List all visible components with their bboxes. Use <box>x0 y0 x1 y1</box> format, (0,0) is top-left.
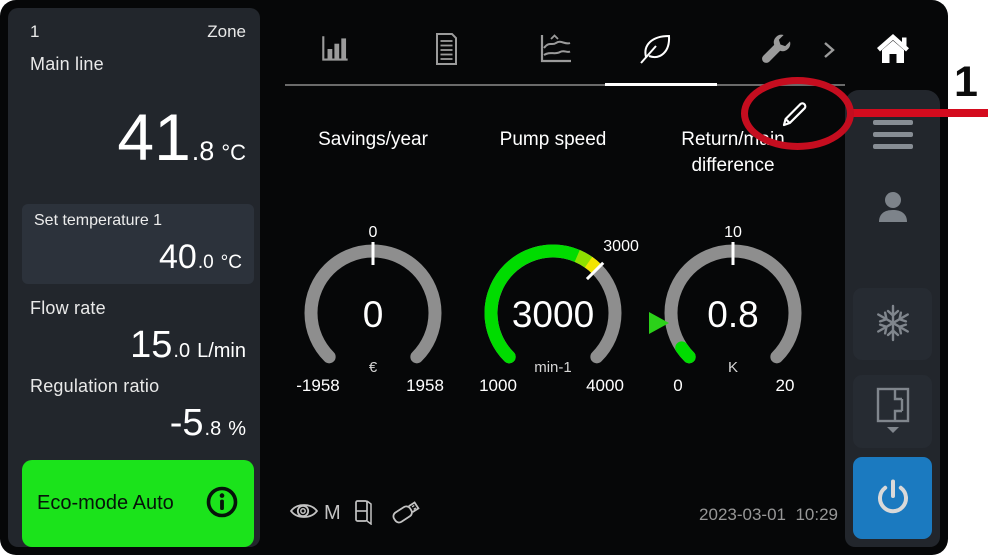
gauge-title-pump-speed: Pump speed <box>468 127 638 153</box>
tab-statistics[interactable] <box>314 28 358 72</box>
gauge-title-return-diff: Return/main difference <box>648 127 818 178</box>
regulation-ratio-unit: % <box>228 418 246 441</box>
user-icon <box>871 185 915 232</box>
sidebar-power-button[interactable] <box>853 457 932 539</box>
frost-protection-icon <box>872 302 914 347</box>
flow-rate-value: 15.0 L/min <box>130 324 246 367</box>
mode-letter: M <box>324 502 341 525</box>
flow-rate-label: Flow rate <box>30 298 106 319</box>
bar-chart-icon <box>318 31 354 70</box>
set-temperature-card[interactable]: Set temperature 1 40.0 °C <box>22 204 254 284</box>
sidebar-menu-button[interactable] <box>853 112 932 156</box>
main-line-value-dec: .8 <box>192 136 215 167</box>
gauge-pump-speed: 3000 3000 min-1 1000 4000 <box>468 228 638 403</box>
annotation-label: 1 <box>944 58 988 107</box>
flow-rate-unit: L/min <box>197 340 246 363</box>
tabs-more-button[interactable] <box>816 38 842 64</box>
main-line-label: Main line <box>30 54 104 75</box>
gauge-savings: 00€-19581958 <box>288 228 458 403</box>
datetime: 2023-03-01 10:29 <box>640 505 838 525</box>
regulation-ratio-value: -5.8% <box>170 402 246 445</box>
tab-trends[interactable] <box>534 28 578 72</box>
flow-rate-value-int: 15 <box>130 324 172 367</box>
tab-eco[interactable] <box>634 28 678 72</box>
tab-report[interactable] <box>424 28 468 72</box>
tab-settings[interactable] <box>754 28 798 72</box>
home-icon <box>872 29 914 70</box>
eco-mode-button[interactable]: Eco-mode Auto <box>22 460 254 547</box>
active-tab-indicator <box>605 83 717 86</box>
power-icon <box>872 476 914 521</box>
svg-text:20: 20 <box>776 376 795 395</box>
main-line-value-int: 41 <box>117 104 190 170</box>
regulation-ratio-value-int: -5 <box>170 402 204 445</box>
zones-icon <box>871 384 915 439</box>
regulation-ratio-label: Regulation ratio <box>30 376 159 397</box>
set-temperature-unit: °C <box>221 252 242 274</box>
svg-text:-1958: -1958 <box>296 376 339 395</box>
sidebar-user-button[interactable] <box>853 182 932 234</box>
gauge-title-savings: Savings/year <box>288 127 458 153</box>
eye-monitor-icon <box>288 499 320 528</box>
screenshot-stage: 1 Zone Main line 41.8°C Set temperature … <box>0 0 988 555</box>
tab-underline <box>285 84 868 86</box>
trend-icon <box>537 31 575 70</box>
sidebar-zones-button[interactable] <box>853 375 932 448</box>
sidebar-home-button[interactable] <box>845 8 940 90</box>
svg-text:1000: 1000 <box>479 376 517 395</box>
zone-number: 1 <box>30 22 39 42</box>
set-temperature-value: 40.0 °C <box>159 238 242 277</box>
set-temperature-value-dec: .0 <box>198 252 214 274</box>
svg-text:0.8: 0.8 <box>707 294 758 335</box>
flow-rate-value-dec: .0 <box>173 340 190 363</box>
chevron-right-icon <box>822 40 836 63</box>
zone-header: 1 Zone <box>30 22 246 42</box>
gauge-return-diff: 100.8K020 <box>648 228 818 403</box>
svg-text:10: 10 <box>724 224 742 241</box>
svg-text:0: 0 <box>673 376 682 395</box>
svg-text:€: € <box>369 359 378 376</box>
info-icon[interactable] <box>204 484 240 523</box>
svg-text:3000: 3000 <box>512 294 594 335</box>
report-icon <box>429 31 463 70</box>
svg-text:0: 0 <box>363 294 384 335</box>
svg-text:K: K <box>728 359 738 376</box>
usb-drive-icon <box>387 496 427 531</box>
set-temperature-value-int: 40 <box>159 238 197 277</box>
zone-label: Zone <box>207 22 246 42</box>
device-screen: 1 Zone Main line 41.8°C Set temperature … <box>0 0 948 555</box>
set-temperature-label: Set temperature 1 <box>34 212 162 230</box>
sidebar-frost-button[interactable] <box>853 288 932 360</box>
settings-wrench-icon <box>758 31 794 70</box>
main-line-value: 41.8°C <box>117 104 246 170</box>
relay-module-icon <box>353 497 375 530</box>
svg-text:4000: 4000 <box>586 376 624 395</box>
svg-text:1958: 1958 <box>406 376 444 395</box>
eco-mode-label: Eco-mode Auto <box>37 492 174 515</box>
regulation-ratio-value-dec: .8 <box>205 418 222 441</box>
main-line-unit: °C <box>221 140 246 166</box>
zone-panel: 1 Zone Main line 41.8°C Set temperature … <box>8 8 260 547</box>
status-icons: M <box>288 496 427 530</box>
svg-text:min-1: min-1 <box>534 359 572 376</box>
svg-text:3000: 3000 <box>603 238 639 255</box>
eco-leaf-icon <box>636 30 676 71</box>
svg-text:0: 0 <box>369 224 378 241</box>
